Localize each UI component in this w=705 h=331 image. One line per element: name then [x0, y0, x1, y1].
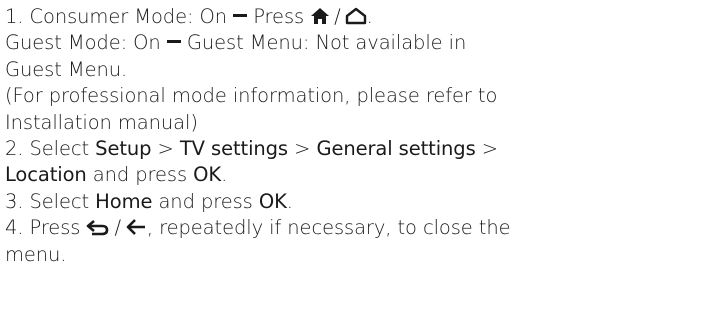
line-step-2-cont: Location and press OK.	[5, 162, 705, 188]
dash-icon	[233, 13, 248, 19]
path-separator: >	[288, 136, 317, 160]
installation-manual-text: Installation manual)	[5, 110, 198, 134]
path-separator: >	[151, 136, 180, 160]
and-press-text: and press	[86, 163, 194, 187]
professional-mode-text: (For professional mode information, plea…	[5, 84, 498, 108]
line-installation-manual: Installation manual)	[5, 110, 705, 136]
line-consumer-mode: 1. Consumer Mode: On Press /.	[5, 4, 705, 30]
path-separator: >	[475, 136, 498, 160]
tv-settings-label: TV settings	[179, 136, 288, 160]
dash-icon	[166, 39, 181, 45]
guest-menu-text: Guest Menu: Not available in	[180, 31, 467, 55]
back-curved-arrow-icon	[86, 218, 110, 236]
guest-mode-text: Guest Mode: On	[5, 31, 167, 55]
ok-label: OK	[258, 189, 287, 213]
consumer-mode-text: 1. Consumer Mode: On	[5, 5, 234, 28]
instruction-text: 1. Consumer Mode: On Press /. Guest Mode…	[5, 4, 705, 268]
period: .	[221, 163, 228, 187]
location-label: Location	[5, 163, 87, 187]
line-step-2: 2. Select Setup > TV settings > General …	[5, 136, 705, 162]
left-arrow-icon	[125, 218, 147, 236]
step-2-text: 2. Select	[5, 136, 96, 160]
line-professional-mode: (For professional mode information, plea…	[5, 83, 705, 109]
menu-text: menu.	[5, 242, 67, 266]
setup-label: Setup	[95, 136, 152, 160]
period: .	[366, 5, 373, 28]
and-press-text: and press	[152, 189, 259, 213]
step-3-text: 3. Select	[5, 189, 96, 213]
guest-menu-end-text: Guest Menu.	[5, 57, 128, 81]
home-outline-icon	[345, 7, 367, 25]
separator-slash: /	[114, 216, 121, 240]
line-step-3: 3. Select Home and press OK.	[5, 189, 705, 215]
home-label: Home	[95, 189, 153, 213]
line-guest-mode: Guest Mode: On Guest Menu: Not available…	[5, 30, 705, 56]
line-guest-menu: Guest Menu.	[5, 57, 705, 83]
separator-slash: /	[334, 5, 341, 28]
press-text: Press	[247, 5, 311, 28]
line-menu: menu.	[5, 242, 705, 268]
step-4-text: 4. Press	[5, 216, 87, 240]
home-filled-icon	[310, 7, 330, 25]
period: .	[286, 189, 293, 213]
step-4-rest-text: , repeatedly if necessary, to close the	[146, 216, 511, 240]
ok-label: OK	[193, 163, 222, 187]
general-settings-label: General settings	[316, 136, 476, 160]
line-step-4: 4. Press / , repeatedly if necessary, to …	[5, 215, 705, 241]
